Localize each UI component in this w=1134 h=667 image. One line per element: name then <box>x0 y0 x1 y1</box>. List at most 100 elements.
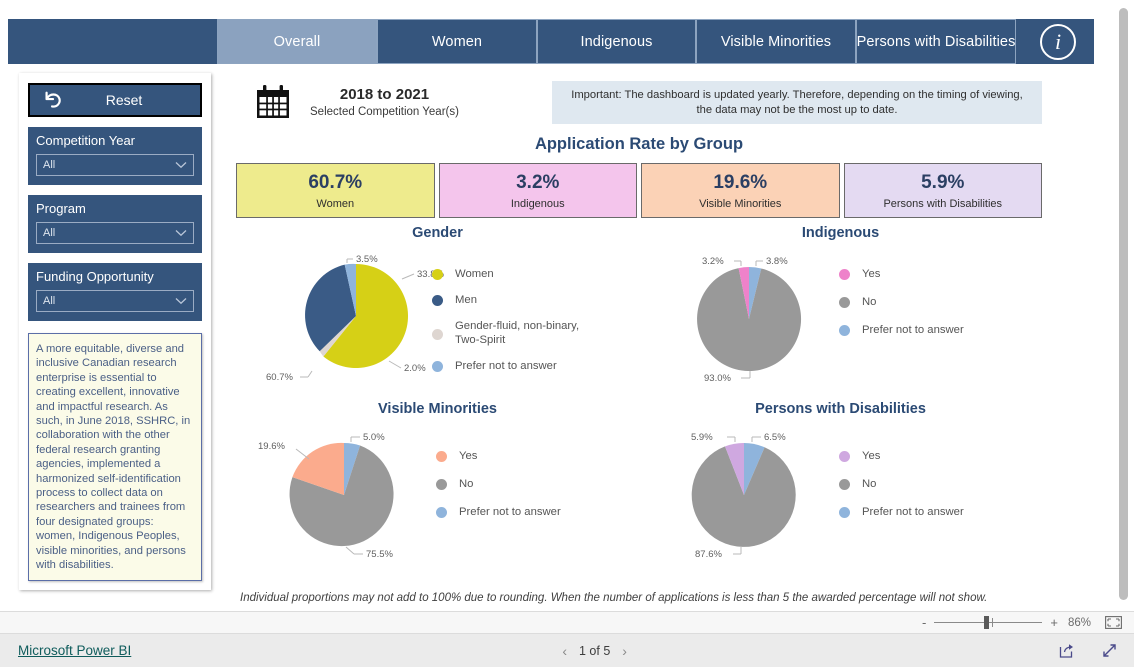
legend-swatch-icon <box>432 329 443 340</box>
slicer-competition-year-dropdown[interactable]: All <box>36 154 194 176</box>
report-header: 2018 to 2021 Selected Competition Year(s… <box>228 73 1050 133</box>
legend-item[interactable]: Men <box>432 293 595 307</box>
tab-persons-with-disabilities[interactable]: Persons with Disabilities <box>856 19 1016 64</box>
tab-women-label: Women <box>431 33 483 50</box>
svg-text:2.0%: 2.0% <box>404 363 426 374</box>
share-icon[interactable] <box>1058 642 1075 659</box>
svg-text:3.5%: 3.5% <box>356 254 378 265</box>
slicer-competition-year: Competition Year All <box>28 127 202 185</box>
slicer-funding-opportunity-dropdown[interactable]: All <box>36 290 194 312</box>
bottom-status-bar: Microsoft Power BI ‹ 1 of 5 › <box>0 634 1134 667</box>
svg-text:5.9%: 5.9% <box>691 432 713 443</box>
tab-visible-minorities[interactable]: Visible Minorities <box>696 19 856 64</box>
legend-label: No <box>459 478 474 490</box>
chevron-down-icon <box>175 162 187 169</box>
legend-swatch-icon <box>839 451 850 462</box>
kpi-card-persons-with-disabilities-label: Persons with Disabilities <box>883 197 1003 210</box>
legend-item[interactable]: No <box>436 477 561 491</box>
zoom-in-button[interactable]: + <box>1050 615 1058 630</box>
report-footnote: Individual proportions may not add to 10… <box>240 592 988 604</box>
legend-label: Prefer not to answer <box>455 360 557 372</box>
chart-persons-with-disabilities-body: 6.5% 5.9% 87.6% Yes No Prefer not to ans… <box>639 417 1042 569</box>
legend-item[interactable]: Women <box>432 267 595 281</box>
top-navigation-bar: Overall Women Indigenous Visible Minorit… <box>8 19 1094 64</box>
slicer-program-title: Program <box>36 201 86 216</box>
reset-button[interactable]: Reset <box>28 83 202 117</box>
next-page-button[interactable]: › <box>610 643 639 659</box>
slicer-competition-year-value: All <box>43 159 56 171</box>
legend-swatch-icon <box>436 451 447 462</box>
legend-label: No <box>862 296 877 308</box>
selected-year-caption: Selected Competition Year(s) <box>310 106 459 118</box>
legend-item[interactable]: No <box>839 477 964 491</box>
legend-item[interactable]: Prefer not to answer <box>436 505 561 519</box>
slicer-funding-opportunity-title: Funding Opportunity <box>36 269 154 284</box>
legend-swatch-icon <box>839 325 850 336</box>
legend-item[interactable]: Yes <box>436 449 561 463</box>
kpi-card-visible-minorities[interactable]: 19.6% Visible Minorities <box>641 163 840 218</box>
legend-swatch-icon <box>839 507 850 518</box>
slicer-program-dropdown[interactable]: All <box>36 222 194 244</box>
zoom-slider-thumb[interactable] <box>984 616 990 629</box>
legend-item[interactable]: Prefer not to answer <box>432 359 595 373</box>
kpi-card-visible-minorities-value: 19.6% <box>713 171 768 193</box>
legend-label: Prefer not to answer <box>862 506 964 518</box>
date-text-group: 2018 to 2021 Selected Competition Year(s… <box>310 86 459 118</box>
vertical-scrollbar[interactable] <box>1119 8 1128 600</box>
chart-gender-body: 3.5% 33.8% 2.0% 60.7% Women Men Gender-f… <box>236 241 639 393</box>
chart-indigenous-legend: Yes No Prefer not to answer <box>839 267 964 337</box>
kpi-card-women[interactable]: 60.7% Women <box>236 163 435 218</box>
zoom-out-button[interactable]: - <box>922 615 926 630</box>
chart-visible-minorities-title: Visible Minorities <box>378 401 497 417</box>
kpi-card-women-label: Women <box>316 197 355 210</box>
selected-year-range: 2018 to 2021 <box>339 86 430 103</box>
chevron-down-icon <box>175 230 187 237</box>
kpi-card-row: 60.7% Women 3.2% Indigenous 19.6% Visibl… <box>236 163 1042 218</box>
legend-item[interactable]: Yes <box>839 267 964 281</box>
chart-indigenous-title: Indigenous <box>801 225 880 241</box>
calendar-icon <box>257 85 289 118</box>
kpi-card-indigenous[interactable]: 3.2% Indigenous <box>438 163 637 218</box>
fit-to-page-icon[interactable] <box>1105 616 1122 629</box>
nav-right-area: i <box>1016 19 1094 64</box>
svg-text:6.5%: 6.5% <box>764 432 786 443</box>
zoom-slider-tick <box>992 618 994 627</box>
kpi-card-persons-with-disabilities[interactable]: 5.9% Persons with Disabilities <box>843 163 1042 218</box>
legend-swatch-icon <box>432 361 443 372</box>
svg-text:60.7%: 60.7% <box>266 372 293 383</box>
chart-visible-minorities: Visible Minorities 5.0% 19.6% 75.5% Yes … <box>236 400 639 576</box>
legend-label: Yes <box>459 450 478 462</box>
tab-indigenous[interactable]: Indigenous <box>537 19 696 64</box>
tab-overall[interactable]: Overall <box>217 19 377 64</box>
legend-item[interactable]: Prefer not to answer <box>839 323 964 337</box>
legend-swatch-icon <box>432 269 443 280</box>
legend-swatch-icon <box>432 295 443 306</box>
kpi-card-indigenous-value: 3.2% <box>516 171 560 193</box>
tab-overall-label: Overall <box>273 33 321 50</box>
legend-label: Women <box>455 268 494 280</box>
nav-tab-group: Overall Women Indigenous Visible Minorit… <box>217 19 1016 64</box>
legend-item[interactable]: Prefer not to answer <box>839 505 964 519</box>
kpi-card-indigenous-label: Indigenous <box>510 197 565 210</box>
legend-swatch-icon <box>839 479 850 490</box>
chevron-down-icon <box>175 298 187 305</box>
about-text-block: A more equitable, diverse and inclusive … <box>28 333 202 581</box>
previous-page-button[interactable]: ‹ <box>550 643 579 659</box>
info-icon[interactable]: i <box>1040 23 1076 60</box>
legend-label: Prefer not to answer <box>459 506 561 518</box>
fullscreen-icon[interactable] <box>1101 642 1118 659</box>
legend-item[interactable]: Yes <box>839 449 964 463</box>
tab-women[interactable]: Women <box>377 19 537 64</box>
microsoft-power-bi-link[interactable]: Microsoft Power BI <box>18 643 131 658</box>
kpi-card-persons-with-disabilities-value: 5.9% <box>921 171 965 193</box>
svg-text:5.0%: 5.0% <box>363 432 385 443</box>
legend-label: Men <box>455 294 477 306</box>
nav-left-spacer <box>8 19 217 64</box>
legend-swatch-icon <box>839 297 850 308</box>
legend-item[interactable]: Gender-fluid, non-binary, Two-Spirit <box>432 319 595 347</box>
svg-text:75.5%: 75.5% <box>366 549 393 560</box>
chart-persons-with-disabilities-legend: Yes No Prefer not to answer <box>839 449 964 519</box>
selected-years-display: 2018 to 2021 Selected Competition Year(s… <box>254 83 459 121</box>
legend-item[interactable]: No <box>839 295 964 309</box>
zoom-slider[interactable] <box>934 616 1043 629</box>
